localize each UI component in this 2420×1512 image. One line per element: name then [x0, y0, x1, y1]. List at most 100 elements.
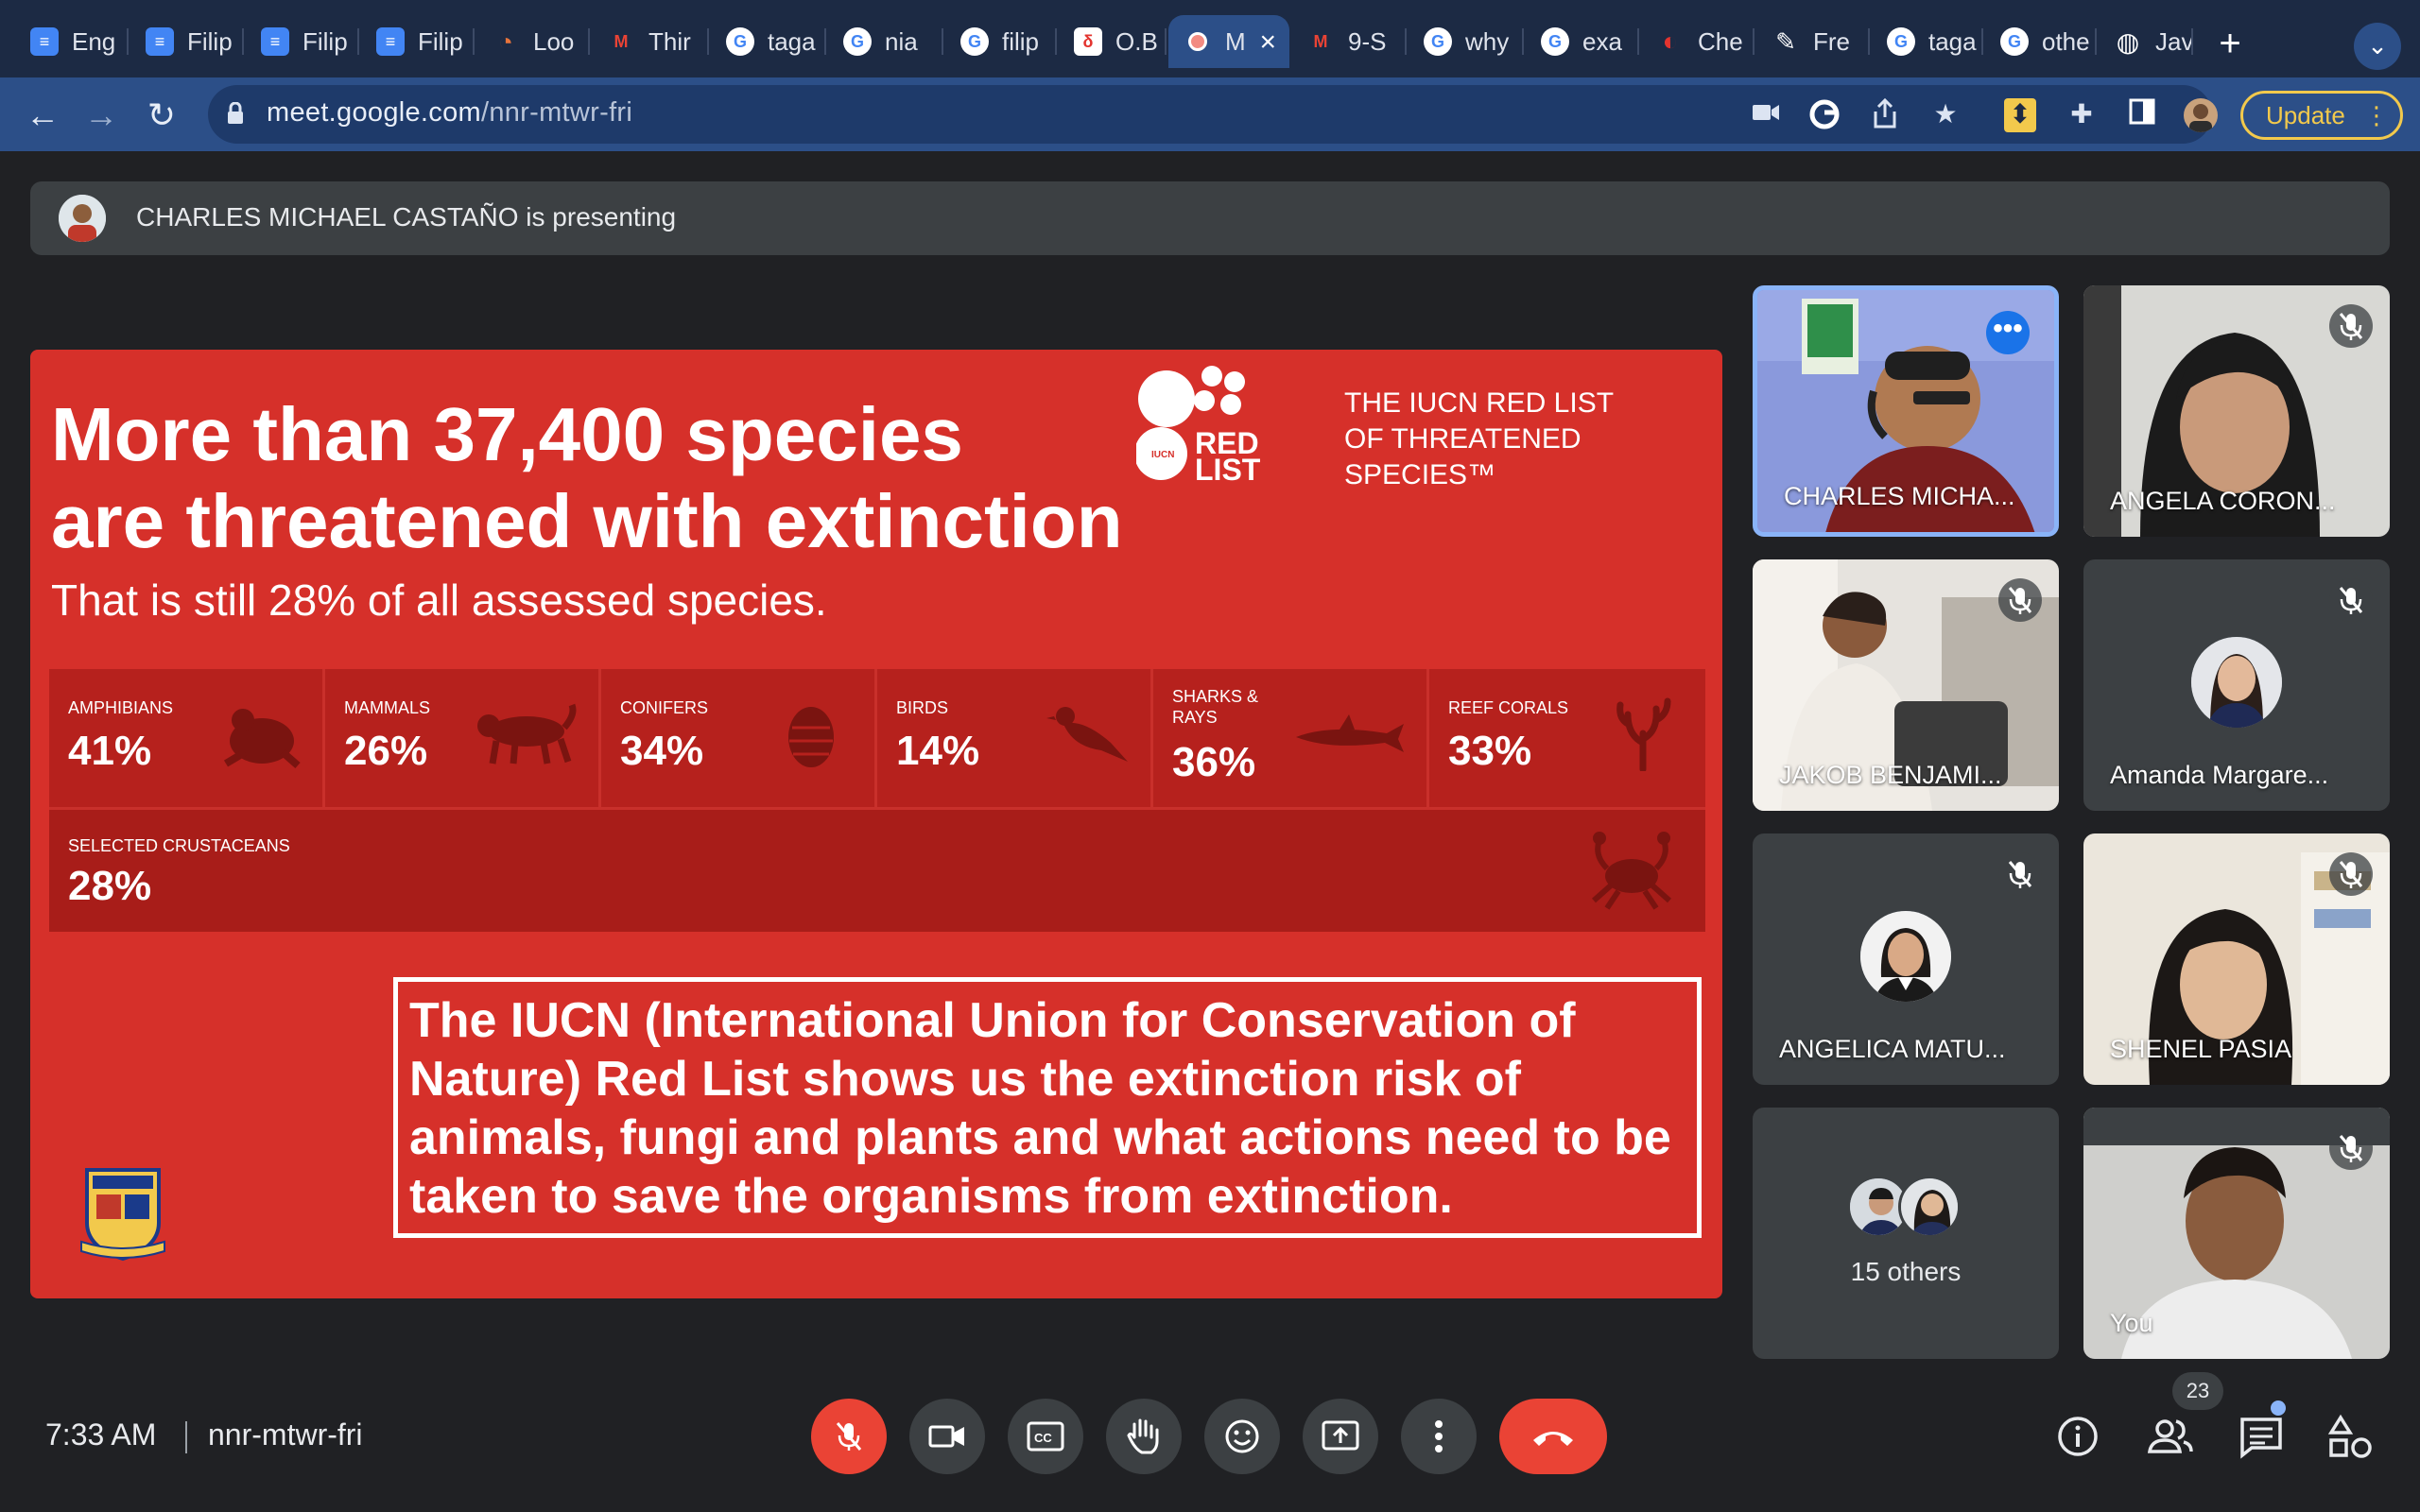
browser-tab[interactable]: M 9-S — [1291, 15, 1407, 68]
google-icon: G — [2000, 27, 2029, 56]
participant-tile-amanda[interactable]: Amanda Margare... — [2083, 559, 2390, 811]
bookmark-star-icon[interactable]: ★ — [1928, 98, 1962, 132]
url-text[interactable]: meet.google.com/nnr-mtwr-fri — [267, 97, 632, 129]
slide-title: More than 37,400 species are threatened … — [51, 392, 1123, 563]
tab-separator — [824, 28, 826, 55]
raise-hand-button[interactable] — [1106, 1399, 1182, 1474]
crab-icon — [1592, 832, 1671, 910]
tab-title: Filip — [187, 26, 233, 56]
tab-title: Filip — [302, 26, 348, 56]
stat-crustaceans: SELECTED CRUSTACEANS 28% — [49, 807, 1705, 932]
tab-title: M — [1225, 26, 1246, 56]
tiger-icon — [477, 703, 577, 765]
side-panel-icon[interactable] — [2125, 98, 2159, 132]
present-screen-icon — [1322, 1420, 1359, 1451]
reload-icon[interactable]: ↻ — [140, 94, 183, 138]
back-icon[interactable]: ← — [21, 94, 64, 138]
emoji-reaction-button[interactable] — [1204, 1399, 1280, 1474]
pinecone-icon — [788, 707, 834, 767]
browser-tab[interactable]: δ O.B — [1059, 15, 1167, 68]
update-menu-icon[interactable]: ⋮ — [2364, 94, 2389, 137]
close-tab-icon[interactable]: × — [1259, 26, 1276, 59]
forms-icon: ≡ — [261, 27, 289, 56]
more-options-icon[interactable]: ••• — [1986, 311, 2030, 354]
people-icon[interactable] — [2146, 1412, 2195, 1461]
docs-icon: ≡ — [30, 27, 59, 56]
google-lens-icon[interactable] — [1807, 98, 1841, 132]
browser-tab[interactable]: Gtaga — [711, 15, 826, 68]
participant-tile-you[interactable]: You — [2083, 1108, 2390, 1359]
browser-tab[interactable]: M × — [1168, 15, 1289, 68]
browser-tab[interactable]: ◐ Che — [1641, 15, 1754, 68]
update-button[interactable]: Update ⋮ — [2240, 91, 2403, 140]
browser-tab[interactable]: Gnia — [828, 15, 943, 68]
browser-tab[interactable]: ◍ Jav — [2099, 15, 2193, 68]
camera-in-use-icon[interactable] — [1749, 98, 1783, 132]
browser-tab[interactable]: Gfilip — [945, 15, 1057, 68]
browser-tab[interactable]: ≡ Filip — [246, 15, 359, 68]
participant-tile-charles[interactable]: ••• CHARLES MICHA... — [1753, 285, 2059, 537]
captions-icon: CC — [1027, 1421, 1064, 1452]
tab-search-chevron-icon[interactable]: ⌄ — [2354, 23, 2401, 70]
tab-separator — [1055, 28, 1057, 55]
participant-tile-angelica[interactable]: ANGELICA MATU... — [1753, 833, 2059, 1085]
participant-avatar — [2191, 637, 2282, 728]
browser-tab[interactable]: ≡ Filip — [361, 15, 475, 68]
mic-off-icon — [2329, 1126, 2373, 1170]
participant-tile-others[interactable]: 15 others — [1753, 1108, 2059, 1359]
tab-separator — [357, 28, 359, 55]
tab-title: O.B — [1115, 26, 1158, 56]
activities-icon[interactable] — [2325, 1412, 2375, 1461]
chat-icon[interactable] — [2237, 1412, 2286, 1461]
browser-tab[interactable]: Gexa — [1526, 15, 1639, 68]
red-list-heading: THE IUCN RED LIST OF THREATENED SPECIES™ — [1344, 387, 1615, 490]
school-crest-logo — [80, 1168, 165, 1262]
browser-tab[interactable]: ≡ Filip — [130, 15, 244, 68]
presenting-banner: CHARLES MICHAEL CASTAÑO is presenting — [30, 181, 2390, 255]
forward-icon[interactable]: → — [79, 94, 123, 138]
browser-tab[interactable]: Gothe — [1985, 15, 2097, 68]
tab-title: Eng — [72, 26, 116, 56]
browser-tab[interactable]: ✎ Fre — [1756, 15, 1870, 68]
mic-toggle-button[interactable] — [811, 1399, 887, 1474]
hang-up-icon — [1533, 1432, 1573, 1446]
new-tab-button[interactable]: + — [2208, 25, 2252, 68]
captions-button[interactable]: CC — [1008, 1399, 1083, 1474]
tab-separator — [1165, 28, 1167, 55]
browser-tab[interactable]: M Thir — [592, 15, 709, 68]
browser-tab[interactable]: Gtaga — [1872, 15, 1983, 68]
stat-mammals: MAMMALS 26% — [325, 669, 601, 807]
participant-tile-angela[interactable]: ANGELA CORON... — [2083, 285, 2390, 537]
participant-tile-shenel[interactable]: SHENEL PASIA — [2083, 833, 2390, 1085]
slide-subtitle: That is still 28% of all assessed specie… — [51, 576, 827, 625]
share-icon[interactable] — [1868, 97, 1902, 132]
tab-title: taga — [768, 26, 816, 56]
iucn-info-box: The IUCN (International Union for Conser… — [393, 977, 1702, 1238]
present-screen-button[interactable] — [1303, 1399, 1378, 1474]
camera-icon — [928, 1425, 964, 1448]
tab-separator — [1753, 28, 1754, 55]
profile-avatar-icon[interactable] — [2184, 98, 2218, 132]
lock-icon[interactable] — [227, 102, 244, 125]
svg-text:IUCN: IUCN — [1151, 450, 1174, 460]
browser-tab[interactable]: Gwhy — [1409, 15, 1524, 68]
meeting-details-info-icon[interactable] — [2053, 1412, 2102, 1461]
participant-tile-jakob[interactable]: JAKOB BENJAMI... — [1753, 559, 2059, 811]
tab-separator — [942, 28, 943, 55]
shark-icon — [1296, 714, 1404, 752]
honey-extension-icon[interactable]: ⬍ — [2004, 98, 2036, 132]
extensions-puzzle-icon[interactable]: ✚ — [2065, 98, 2099, 132]
mic-off-icon — [836, 1422, 862, 1451]
chegg-icon: ◐ — [1662, 26, 1679, 56]
tab-title: taga — [1928, 26, 1977, 56]
tab-title: filip — [1002, 26, 1040, 56]
emoji-icon — [1225, 1419, 1259, 1453]
leave-call-button[interactable] — [1499, 1399, 1607, 1474]
camera-toggle-button[interactable] — [909, 1399, 985, 1474]
google-icon: G — [726, 27, 754, 56]
mic-off-icon — [1998, 578, 2042, 622]
more-options-button[interactable] — [1401, 1399, 1477, 1474]
browser-tab[interactable]: ≡ Eng — [15, 15, 129, 68]
chat-notification-dot — [2271, 1400, 2286, 1416]
browser-tab[interactable]: ◔ Loo — [476, 15, 590, 68]
